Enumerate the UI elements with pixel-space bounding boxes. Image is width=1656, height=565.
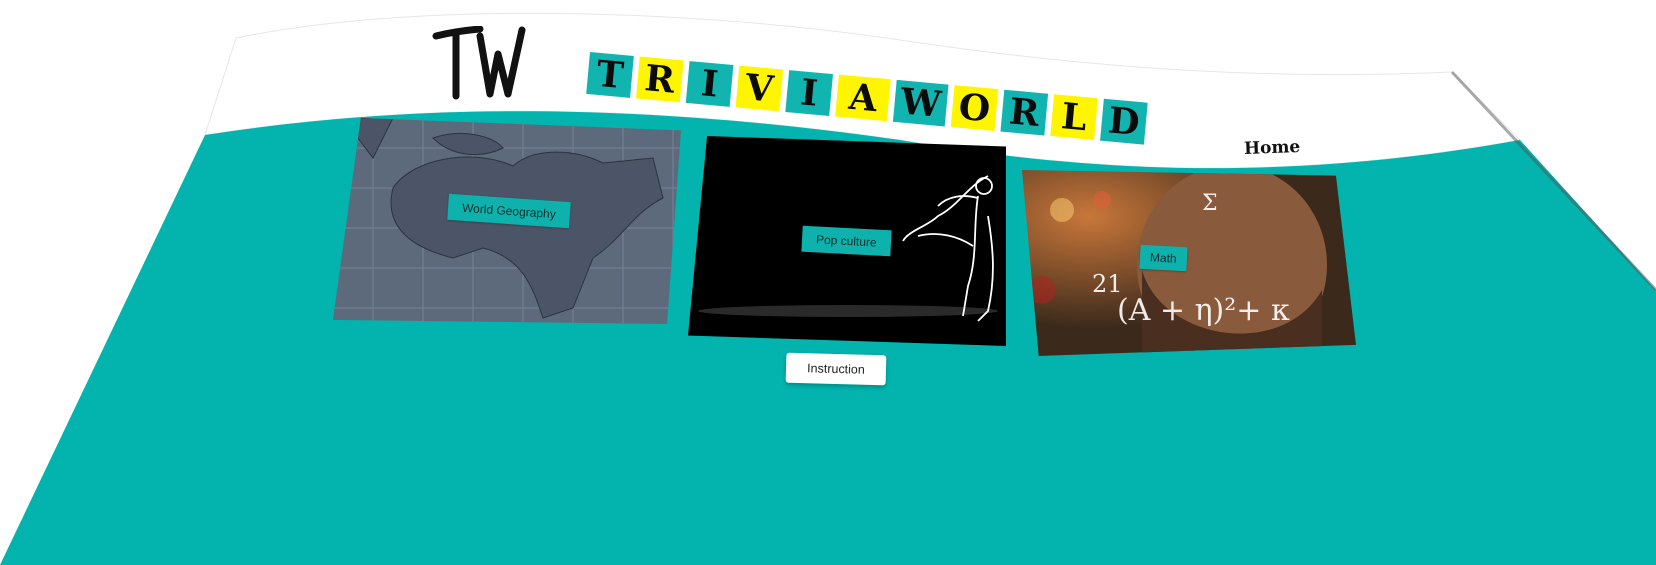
category-label-math[interactable]: Math (1139, 244, 1188, 272)
category-card-world-geography[interactable]: World Geography (333, 118, 681, 324)
title-letter: R (635, 56, 684, 103)
svg-text:Σ: Σ (1202, 191, 1218, 216)
title-letter: A (835, 74, 891, 122)
title-letter: V (735, 65, 784, 112)
category-label-pop-culture[interactable]: Pop culture (801, 225, 892, 257)
title-letter: L (1050, 94, 1098, 141)
instruction-button[interactable]: Instruction (785, 352, 887, 386)
title-letter: O (950, 85, 999, 131)
tw-logo-lettering (432, 26, 526, 100)
tw-logo[interactable] (432, 26, 528, 106)
title-letter: T (586, 52, 634, 98)
title-letter: I (785, 70, 833, 116)
title-letter: R (1000, 89, 1049, 136)
category-card-math[interactable]: 21 (A + η)²+ κ Σ Math (1022, 170, 1356, 356)
svg-text:(A + η)²+ κ: (A + η)²+ κ (1117, 293, 1290, 328)
title-letter: W (892, 79, 949, 127)
title-letter: D (1100, 98, 1148, 145)
category-card-pop-culture[interactable]: Pop culture (688, 136, 1006, 346)
nav-home-link[interactable]: Home (1244, 137, 1301, 159)
title-letter: I (685, 61, 734, 107)
math-meme-image: 21 (A + η)²+ κ Σ (1022, 170, 1356, 356)
